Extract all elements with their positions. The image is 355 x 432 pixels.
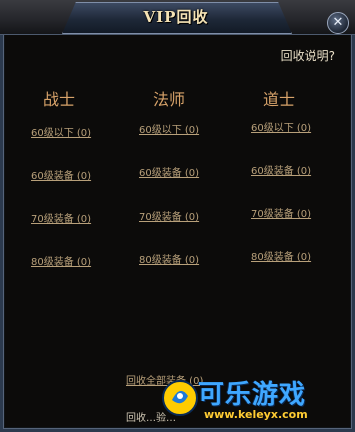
column-header-taoist: 道士 xyxy=(262,90,295,109)
mage-item-60-equip[interactable]: 60级装备 (0) xyxy=(139,164,199,179)
taoist-item-70-equip[interactable]: 70级装备 (0) xyxy=(251,205,311,220)
taoist-item-60-equip[interactable]: 60级装备 (0) xyxy=(251,162,311,177)
mage-item-70-equip[interactable]: 70级装备 (0) xyxy=(139,208,199,223)
keleyx-logo-icon xyxy=(162,380,198,416)
warrior-item-60-equip[interactable]: 60级装备 (0) xyxy=(31,167,91,182)
watermark-url: www.keleyx.com xyxy=(204,408,308,421)
recycle-help-link[interactable]: 回收说明? xyxy=(281,47,335,64)
mage-item-below-60[interactable]: 60级以下 (0) xyxy=(139,121,199,136)
warrior-item-70-equip[interactable]: 70级装备 (0) xyxy=(31,210,91,225)
taoist-item-below-60[interactable]: 60级以下 (0) xyxy=(251,119,311,134)
taoist-item-80-equip[interactable]: 80级装备 (0) xyxy=(251,248,311,263)
warrior-item-below-60[interactable]: 60级以下 (0) xyxy=(31,124,91,139)
column-header-mage: 法师 xyxy=(152,90,185,109)
column-header-warrior: 战士 xyxy=(42,90,75,109)
window-title: VIP回收 xyxy=(143,8,209,26)
watermark: 可乐游戏 www.keleyx.com xyxy=(160,370,355,432)
warrior-item-80-equip[interactable]: 80级装备 (0) xyxy=(31,253,91,268)
close-button[interactable]: ✕ xyxy=(327,12,349,34)
watermark-brand: 可乐游戏 xyxy=(198,380,307,410)
mage-item-80-equip[interactable]: 80级装备 (0) xyxy=(139,251,199,266)
